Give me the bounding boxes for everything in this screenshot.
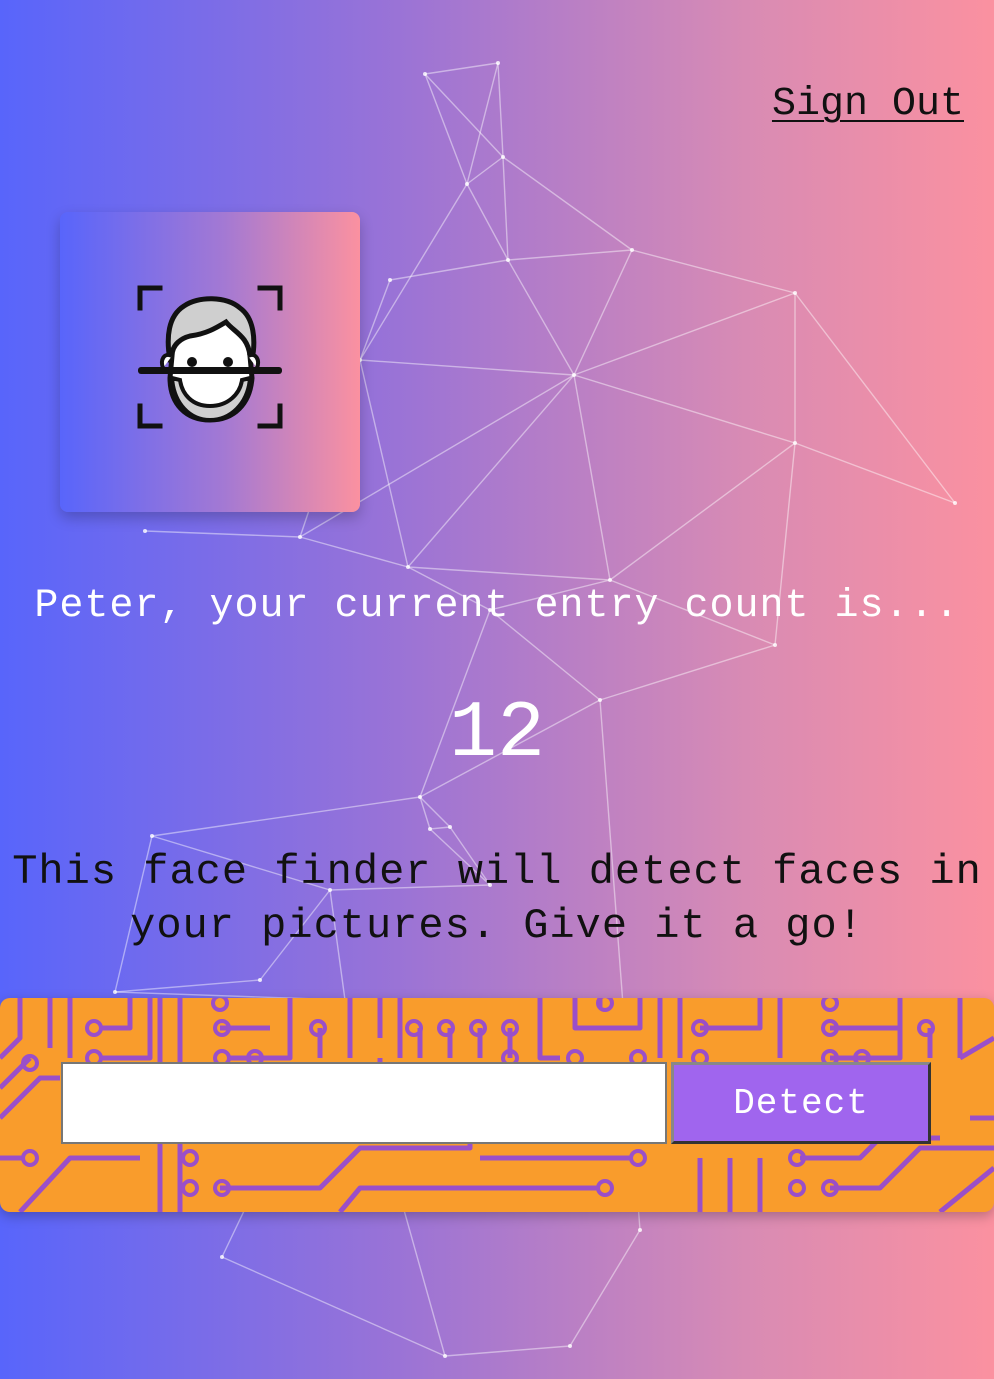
network-line (502, 156, 633, 251)
network-node (298, 535, 302, 539)
network-line (794, 292, 956, 504)
network-node (150, 834, 154, 838)
entry-count-value: 12 (448, 689, 545, 780)
network-line (359, 279, 391, 361)
network-line (573, 374, 796, 444)
network-line (151, 796, 421, 837)
network-line (573, 374, 611, 581)
network-node (406, 565, 410, 569)
network-line (609, 442, 796, 581)
network-line (407, 566, 611, 581)
network-line (144, 530, 301, 538)
network-node (418, 795, 422, 799)
network-line (466, 62, 499, 185)
network-node (630, 248, 634, 252)
network-node (423, 72, 427, 76)
network-line (299, 536, 409, 568)
network-node (388, 278, 392, 282)
network-line (389, 259, 509, 281)
network-node (448, 825, 452, 829)
network-node (568, 1344, 572, 1348)
network-node (143, 529, 147, 533)
network-line (419, 796, 451, 828)
network-line (497, 62, 504, 158)
network-node (501, 155, 505, 159)
network-line (114, 979, 261, 993)
network-node (506, 258, 510, 262)
network-line (444, 1345, 571, 1357)
network-node (773, 643, 777, 647)
network-node (428, 827, 432, 831)
network-node (572, 373, 576, 377)
network-line (794, 442, 956, 504)
network-line (429, 826, 451, 830)
network-node (953, 501, 957, 505)
image-url-input[interactable] (61, 1062, 667, 1144)
image-url-form: Detect (0, 998, 994, 1212)
network-line (407, 374, 575, 568)
network-line (569, 1229, 641, 1347)
network-node (113, 990, 117, 994)
network-line (507, 249, 633, 261)
network-line (221, 1256, 446, 1357)
network-line (359, 359, 409, 568)
network-node (443, 1354, 447, 1358)
network-line (466, 183, 509, 261)
network-node (793, 441, 797, 445)
entry-count-message: Peter, your current entry count is... (34, 584, 960, 629)
network-node (465, 182, 469, 186)
network-node (793, 291, 797, 295)
network-node (258, 978, 262, 982)
network-line (424, 62, 499, 75)
network-line (631, 249, 796, 294)
network-line (502, 156, 509, 261)
network-node (220, 1255, 224, 1259)
network-line (573, 292, 796, 376)
detect-button[interactable]: Detect (671, 1062, 931, 1144)
app-logo (60, 212, 360, 512)
sign-out-link[interactable]: Sign Out (772, 82, 964, 127)
network-node (496, 61, 500, 65)
network-line (359, 359, 575, 376)
app-description: This face finder will detect faces in yo… (12, 848, 982, 950)
network-node (638, 1228, 642, 1232)
network-line (419, 796, 431, 830)
face-scan-icon (137, 285, 283, 429)
network-line (507, 259, 575, 376)
network-line (466, 156, 504, 185)
network-line (424, 73, 504, 158)
network-line (359, 183, 468, 361)
network-line (573, 249, 633, 376)
network-line (424, 73, 468, 185)
